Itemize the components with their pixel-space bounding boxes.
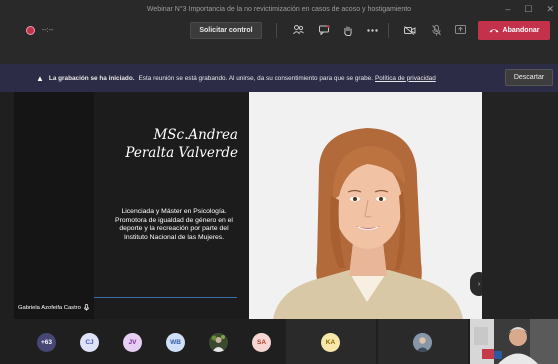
presenter-name-tag: Gabriela Azofeifa Castro [18,304,89,311]
toolbar-divider [276,23,277,38]
hang-up-icon [489,29,499,33]
toolbar-divider [388,23,389,38]
banner-text: Esta reunión se está grabando. Al unirse… [138,74,373,82]
meeting-toolbar [0,18,558,64]
slide-divider-line [94,297,237,298]
speaker-name-line-2: Peralta Valverde [125,145,238,161]
speaker-description: Licenciada y Máster en Psicología. Promo… [115,208,233,241]
meeting-timer: --:-- [42,27,54,34]
raise-hand-icon[interactable] [340,22,356,38]
leave-button[interactable]: Abandonar [478,21,550,40]
right-empty-pane [482,92,558,319]
warning-icon: ▲ [36,73,44,83]
speaker-photo [249,92,482,319]
self-video-tile[interactable] [470,319,558,364]
participant-avatar[interactable]: SA [252,333,271,352]
participant-avatar[interactable]: JV [123,333,142,352]
overflow-participants-badge[interactable]: +63 [37,333,56,352]
participant-avatar[interactable]: CJ [80,333,99,352]
speaker-name: MSc.Andrea Peralta Valverde [108,126,238,162]
window-title: Webinar N°3 Importancia de la no revicti… [146,5,412,13]
participant-photo-avatar[interactable] [413,333,432,352]
share-icon[interactable] [452,22,468,38]
title-bar: Webinar N°3 Importancia de la no revicti… [0,0,558,18]
more-icon[interactable] [364,22,380,38]
camera-off-icon[interactable] [402,22,418,38]
close-icon[interactable]: ✕ [546,4,554,15]
privacy-policy-link[interactable]: Política de privacidad [375,75,436,82]
window-controls: – ☐ ✕ [505,0,554,18]
minimize-icon[interactable]: – [505,4,510,14]
dismiss-button[interactable]: Descartar [505,69,553,86]
chat-icon[interactable] [316,22,332,38]
slide-dark-band [14,92,94,319]
teams-meeting-window: Webinar N°3 Importancia de la no revicti… [0,0,558,364]
people-icon[interactable] [290,22,306,38]
presentation-slide: MSc.Andrea Peralta Valverde Licenciada y… [14,92,249,319]
participant-avatar[interactable]: KA [321,333,340,352]
leave-label: Abandonar [502,27,540,34]
presenter-name: Gabriela Azofeifa Castro [18,304,81,311]
mic-icon [83,304,89,311]
participant-avatar[interactable]: WB [166,333,185,352]
speaker-name-line-1: MSc.Andrea [153,127,238,143]
maximize-icon[interactable]: ☐ [524,4,532,15]
banner-title: La grabación se ha iniciado. [48,74,135,82]
shared-content-stage: MSc.Andrea Peralta Valverde Licenciada y… [14,92,482,319]
recording-indicator-icon [26,26,35,35]
participant-photo-avatar[interactable] [209,333,228,352]
request-control-button[interactable]: Solicitar control [190,22,262,39]
recording-banner: ▲ La grabación se ha iniciado. Esta reun… [0,64,558,92]
mic-off-icon[interactable] [428,22,444,38]
